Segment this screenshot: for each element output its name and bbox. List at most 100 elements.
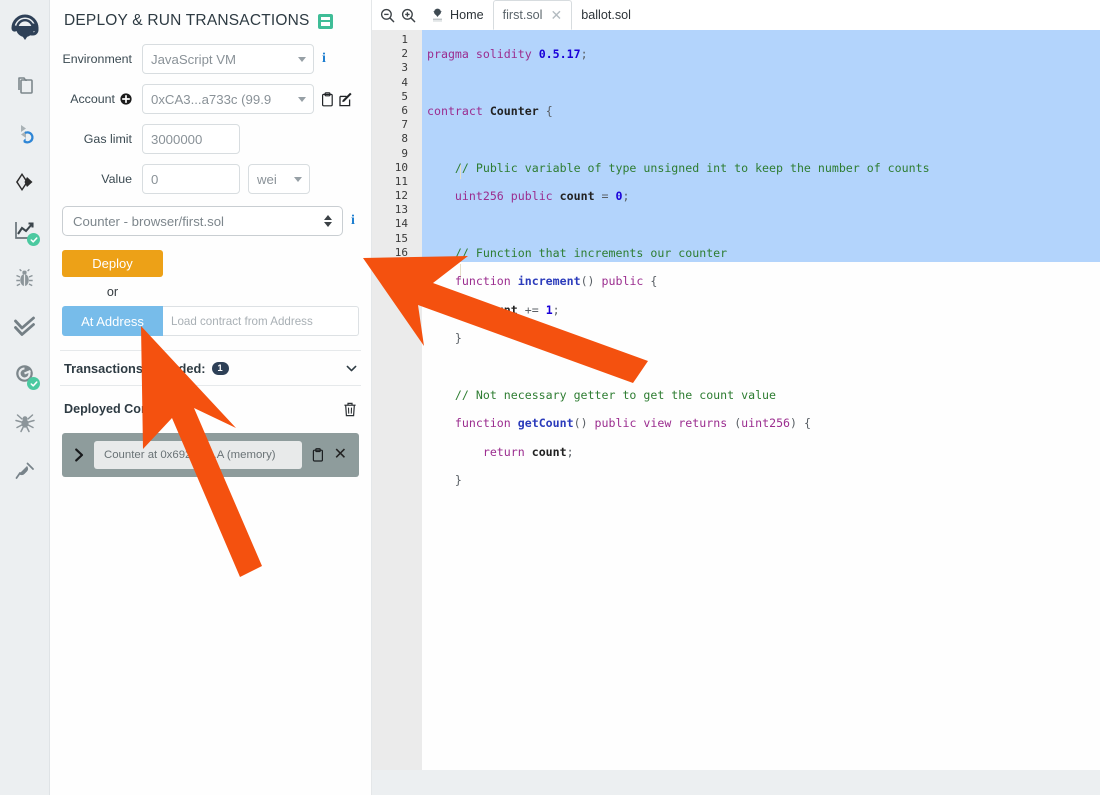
sidebar-item-debugger[interactable] xyxy=(0,254,49,302)
code-line xyxy=(424,218,1100,232)
chevron-down-icon[interactable] xyxy=(346,363,357,374)
close-icon[interactable]: ✕ xyxy=(334,447,347,463)
ethereum-diamond-icon xyxy=(13,170,37,194)
contract-select-row: Counter - browser/first.sol i xyxy=(50,206,371,236)
line-number: 8 xyxy=(372,132,422,146)
tab-ballot-sol-label: ballot.sol xyxy=(581,8,631,22)
deployed-contract-item[interactable]: Counter at 0x692...7...A (memory) ✕ xyxy=(62,433,359,477)
sidebar-item-solidity-compiler[interactable] xyxy=(0,206,49,254)
code-text: pragma solidity 0.5.17; contract Counter… xyxy=(422,30,1100,516)
gas-limit-label: Gas limit xyxy=(62,132,142,146)
line-number: 14 xyxy=(372,217,422,231)
code-line xyxy=(424,360,1100,374)
code-scroll[interactable]: pragma solidity 0.5.17; contract Counter… xyxy=(422,30,1100,770)
line-number: 5 xyxy=(372,90,422,104)
line-number: 9 xyxy=(372,147,422,161)
chevron-down-icon xyxy=(298,97,306,102)
account-actions xyxy=(321,92,353,107)
line-number: 3 xyxy=(372,61,422,75)
code-line: // Not necessary getter to get the count… xyxy=(424,388,1100,402)
deployed-contract-actions: ✕ xyxy=(312,447,347,463)
editor-tabbar: Home first.sol ✕ ballot.sol xyxy=(372,0,1100,30)
analysis-success-badge xyxy=(27,377,40,390)
gas-limit-input[interactable]: 3000000 xyxy=(142,124,240,154)
line-number-gutter: 1 2 3 4 5 6 7 8 9 10 11 12 13 14 15 16 xyxy=(372,30,422,770)
editor-statusbar xyxy=(372,770,1100,795)
environment-info-icon[interactable]: i xyxy=(322,52,326,66)
account-label-text: Account xyxy=(70,92,115,106)
sidebar-item-plugin-manager[interactable] xyxy=(0,446,49,494)
deployed-contract-label[interactable]: Counter at 0x692...7...A (memory) xyxy=(94,441,302,469)
sidebar-item-swap-refresh[interactable] xyxy=(0,110,49,158)
line-number: 11 xyxy=(372,175,422,189)
deploy-button[interactable]: Deploy xyxy=(62,250,163,277)
at-address-section: At Address Load contract from Address xyxy=(50,306,371,336)
icon-sidebar xyxy=(0,0,50,795)
remix-logo-icon xyxy=(8,14,42,48)
tab-first-sol[interactable]: first.sol ✕ xyxy=(493,0,573,30)
contract-select-value: Counter - browser/first.sol xyxy=(73,214,224,229)
environment-value: JavaScript VM xyxy=(151,52,236,67)
or-label: or xyxy=(62,285,163,299)
at-address-placeholder: Load contract from Address xyxy=(171,315,313,328)
code-line: contract Counter { xyxy=(424,104,1100,118)
divider-bottom xyxy=(60,385,361,386)
code-view: 1 2 3 4 5 6 7 8 9 10 11 12 13 14 15 16 xyxy=(372,30,1100,770)
clipboard-icon[interactable] xyxy=(321,92,334,107)
line-number: 15 xyxy=(372,232,422,246)
code-editor-area: Home first.sol ✕ ballot.sol 1 2 3 4 5 6 … xyxy=(372,0,1100,795)
tab-home[interactable]: Home xyxy=(422,0,493,30)
code-line: // Function that increments our counter xyxy=(424,246,1100,260)
environment-select[interactable]: JavaScript VM xyxy=(142,44,314,74)
deploy-form: Environment JavaScript VM i Account 0xCA… xyxy=(50,30,371,194)
trash-icon[interactable] xyxy=(343,402,357,417)
clipboard-icon[interactable] xyxy=(312,448,324,462)
account-row: Account 0xCA3...a733c (99.9 xyxy=(62,84,359,114)
page-title: DEPLOY & RUN TRANSACTIONS xyxy=(64,12,310,30)
value-unit-select[interactable]: wei xyxy=(248,164,310,194)
sidebar-item-unit-testing[interactable] xyxy=(0,302,49,350)
code-line: function getCount() public view returns … xyxy=(424,416,1100,430)
green-document-icon xyxy=(318,14,333,29)
value-input[interactable]: 0 xyxy=(142,164,240,194)
contract-select[interactable]: Counter - browser/first.sol xyxy=(62,206,343,236)
deployed-contracts-label: Deployed Contracts xyxy=(64,402,183,416)
plus-circle-icon[interactable] xyxy=(120,93,132,105)
editor-zoom-controls xyxy=(380,8,416,30)
line-number: 16 xyxy=(372,246,422,260)
account-label: Account xyxy=(62,92,142,106)
code-line: count += 1; xyxy=(424,303,1100,317)
at-address-button[interactable]: At Address xyxy=(62,306,163,336)
environment-label: Environment xyxy=(62,52,142,66)
value-row: Value 0 wei xyxy=(62,164,359,194)
value-label: Value xyxy=(62,172,142,186)
panel-title: DEPLOY & RUN TRANSACTIONS xyxy=(50,0,371,30)
contract-info-icon[interactable]: i xyxy=(351,214,355,228)
close-icon[interactable]: ✕ xyxy=(550,8,562,22)
line-number: 7 xyxy=(372,118,422,132)
tab-ballot-sol[interactable]: ballot.sol xyxy=(572,0,640,30)
sidebar-item-static-analysis[interactable] xyxy=(0,350,49,398)
zoom-in-icon[interactable] xyxy=(401,8,416,23)
spider-icon xyxy=(14,411,36,433)
transactions-count-badge: 1 xyxy=(212,362,229,375)
chevron-down-icon xyxy=(298,57,306,62)
sidebar-item-file-explorers[interactable] xyxy=(0,62,49,110)
chevron-right-icon[interactable] xyxy=(74,448,85,462)
account-select[interactable]: 0xCA3...a733c (99.9 xyxy=(142,84,314,114)
account-value: 0xCA3...a733c (99.9 xyxy=(151,92,271,107)
sidebar-item-spider-analysis[interactable] xyxy=(0,398,49,446)
code-line: } xyxy=(424,331,1100,345)
value-unit: wei xyxy=(257,172,277,187)
pencil-square-icon[interactable] xyxy=(339,92,353,107)
remix-logo[interactable] xyxy=(0,0,49,62)
line-number: 4 xyxy=(372,76,422,90)
line-number: 1 xyxy=(372,33,422,47)
zoom-out-icon[interactable] xyxy=(380,8,395,23)
remix-ide-window: DEPLOY & RUN TRANSACTIONS Environment Ja… xyxy=(0,0,1100,795)
line-number: 13 xyxy=(372,203,422,217)
transactions-recorded-row[interactable]: Transactions recorded: 1 xyxy=(50,351,371,385)
sidebar-item-deploy-run[interactable] xyxy=(0,158,49,206)
code-line: uint256 public count = 0; xyxy=(424,189,1100,203)
at-address-input[interactable]: Load contract from Address xyxy=(163,306,359,336)
